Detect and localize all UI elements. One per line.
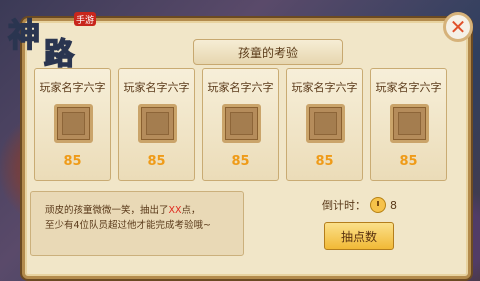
message-line-1: 顽皮的孩童微微一笑，抽出了XX点， — [45, 205, 201, 216]
player-cards: 玩家名字六字 85 玩家名字六字 85 玩家名字六字 85 玩家名字六字 85 … — [34, 68, 450, 181]
clock-icon — [370, 197, 386, 213]
player-score: 85 — [399, 154, 418, 169]
close-icon: ✕ — [449, 15, 467, 39]
close-button[interactable]: ✕ — [443, 12, 473, 42]
game-logo: 神 路 手游 — [7, 12, 96, 68]
dice-slot — [54, 104, 93, 143]
dice-slot — [390, 104, 429, 143]
message-box: 顽皮的孩童微微一笑，抽出了XX点， 至少有4位队员超过他才能完成考验哦~ — [30, 191, 244, 256]
dialog-title-bar: 孩童的考验 — [193, 39, 343, 65]
message-line-2: 至少有4位队员超过他才能完成考验哦~ — [45, 220, 212, 231]
player-name: 玩家名字六字 — [375, 81, 442, 94]
dice-slot — [306, 104, 345, 143]
player-score: 85 — [147, 154, 166, 169]
rolled-points-highlight: XX — [168, 205, 182, 216]
dialog-title: 孩童的考验 — [237, 45, 298, 60]
logo-small-text: 手游 — [76, 14, 94, 26]
dice-slot — [222, 104, 261, 143]
player-card: 玩家名字六字 85 — [286, 68, 363, 181]
player-card: 玩家名字六字 85 — [370, 68, 447, 181]
logo-char-2: 路 — [44, 37, 75, 68]
player-card: 玩家名字六字 85 — [118, 68, 195, 181]
countdown-label: 倒计时： — [322, 199, 366, 212]
player-name: 玩家名字六字 — [123, 81, 190, 94]
roll-points-label: 抽点数 — [340, 229, 377, 244]
player-score: 85 — [231, 154, 250, 169]
player-score: 85 — [63, 154, 82, 169]
countdown-value: 8 — [390, 198, 397, 212]
player-name: 玩家名字六字 — [207, 81, 274, 94]
player-card: 玩家名字六字 85 — [34, 68, 111, 181]
player-name: 玩家名字六字 — [291, 81, 358, 94]
roll-points-button[interactable]: 抽点数 — [324, 222, 394, 250]
countdown: 倒计时： 8 — [322, 197, 397, 213]
dice-slot — [138, 104, 177, 143]
player-card: 玩家名字六字 85 — [202, 68, 279, 181]
player-score: 85 — [315, 154, 334, 169]
logo-char-1: 神 — [8, 16, 40, 54]
player-name: 玩家名字六字 — [39, 81, 106, 94]
